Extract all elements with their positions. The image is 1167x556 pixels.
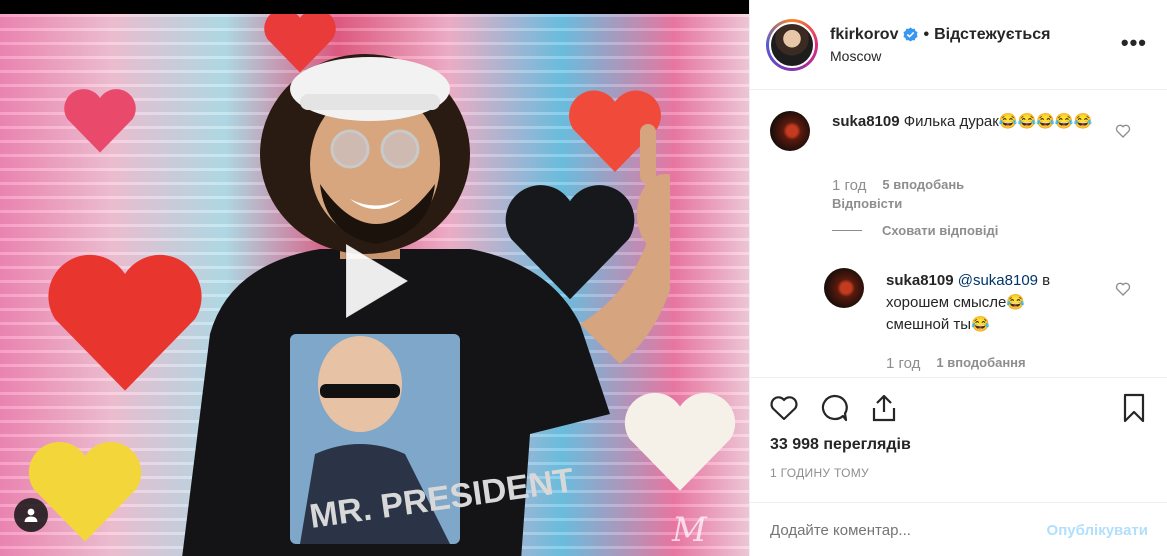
comment-time[interactable]: 1 год xyxy=(886,355,920,372)
post-timestamp: 1 ГОДИНУ ТОМУ xyxy=(770,466,869,480)
comment-meta: 1 год 1 вподобання xyxy=(886,355,1026,372)
verified-icon xyxy=(903,27,918,42)
comment-content: хорошем смысле😂 xyxy=(886,294,1026,311)
commenter-avatar[interactable] xyxy=(770,111,810,151)
heart-icon[interactable] xyxy=(1115,281,1131,297)
comment-username[interactable]: suka8109 xyxy=(832,113,900,130)
video-player[interactable]: MR. PRESIDENT M xyxy=(0,0,749,556)
hide-replies-button[interactable]: Сховати відповіді xyxy=(832,223,998,238)
dot-separator: • xyxy=(923,25,930,43)
post-actions: 33 998 переглядів 1 ГОДИНУ ТОМУ Опубліку… xyxy=(750,377,1167,539)
comment-text: suka8109 Филька дурак😂😂😂😂😂 xyxy=(832,111,1102,133)
comment-mention[interactable]: @suka8109 xyxy=(958,272,1038,289)
divider-line xyxy=(832,230,862,231)
watermark: M xyxy=(672,510,707,550)
post-panel: fkirkorov • Відстежується Moscow ••• suk… xyxy=(749,0,1167,556)
commenter-avatar[interactable] xyxy=(824,268,864,308)
reply-button[interactable]: Відповісти xyxy=(832,196,902,211)
comment-likes[interactable]: 5 вподобань xyxy=(882,177,964,194)
comment-username[interactable]: suka8109 xyxy=(886,272,954,289)
play-icon[interactable] xyxy=(330,236,420,326)
header-text: fkirkorov • Відстежується Moscow xyxy=(830,26,1050,64)
graffiti-heart xyxy=(60,84,140,154)
author-username[interactable]: fkirkorov xyxy=(830,26,898,44)
add-comment-bar: Опублікувати xyxy=(750,502,1167,556)
comment-text: suka8109 @suka8109 в хорошем смысле😂 сме… xyxy=(886,270,1096,336)
follow-button[interactable]: Відстежується xyxy=(934,26,1050,44)
view-count[interactable]: 33 998 переглядів xyxy=(770,436,911,454)
author-avatar[interactable] xyxy=(766,18,818,71)
post-location[interactable]: Moscow xyxy=(830,48,1050,64)
comment-time[interactable]: 1 год xyxy=(832,177,866,194)
heart-icon[interactable] xyxy=(768,392,800,424)
user-icon xyxy=(24,508,38,522)
more-options-button[interactable]: ••• xyxy=(1121,30,1147,56)
comment-content: в xyxy=(1038,272,1051,289)
comments-list[interactable]: suka8109 Филька дурак😂😂😂😂😂 1 год 5 вподо… xyxy=(750,91,1167,377)
tagged-users-button[interactable] xyxy=(14,498,48,532)
header-line: fkirkorov • Відстежується xyxy=(830,26,1050,44)
comment-icon[interactable] xyxy=(818,392,850,424)
post-header: fkirkorov • Відстежується Moscow ••• xyxy=(750,0,1167,90)
comment-content: Филька дурак😂😂😂😂😂 xyxy=(903,113,1093,130)
heart-icon[interactable] xyxy=(1115,123,1131,139)
comment-input[interactable] xyxy=(770,521,1010,539)
share-icon[interactable] xyxy=(868,392,900,424)
action-icons xyxy=(750,378,1167,436)
avatar-image xyxy=(769,21,815,68)
post-dialog: MR. PRESIDENT M fkirkorov • Відстежуєтьс… xyxy=(0,0,1167,556)
comment-likes[interactable]: 1 вподобання xyxy=(936,355,1025,372)
bookmark-icon[interactable] xyxy=(1118,392,1150,424)
comment-content: смешной ты😂 xyxy=(886,316,990,333)
comment-meta: 1 год 5 вподобань xyxy=(832,177,964,194)
hide-replies-label: Сховати відповіді xyxy=(882,223,999,238)
publish-button[interactable]: Опублікувати xyxy=(1047,522,1148,539)
